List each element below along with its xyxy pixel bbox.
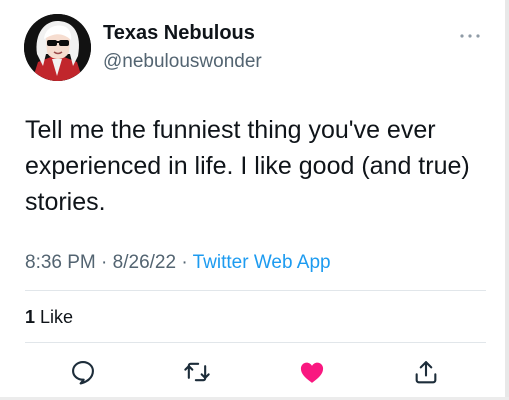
divider [25, 290, 486, 291]
more-options-button[interactable] [458, 28, 482, 38]
tweet-card: Texas Nebulous @nebulouswonder Tell me t… [0, 0, 505, 397]
like-label: Like [40, 307, 74, 327]
window-edge [505, 0, 509, 400]
retweet-button[interactable] [183, 358, 211, 386]
reply-button[interactable] [69, 358, 97, 386]
more-dots-icon [460, 34, 480, 38]
tweet-date[interactable]: 8/26/22 [113, 252, 176, 273]
author-display-name[interactable]: Texas Nebulous [103, 22, 255, 45]
retweet-icon [184, 362, 210, 382]
divider [25, 342, 486, 343]
like-button[interactable] [298, 358, 326, 386]
heart-icon [300, 362, 324, 383]
author-handle[interactable]: @nebulouswonder [103, 51, 262, 73]
tweet-source-link[interactable]: Twitter Web App [193, 252, 331, 273]
author-avatar[interactable] [24, 14, 91, 81]
likes-stat[interactable]: 1 Like [25, 307, 73, 328]
tweet-text: Tell me the funniest thing you've ever e… [25, 116, 470, 216]
avatar-illustration [24, 14, 91, 81]
comment-icon [72, 361, 94, 385]
share-icon [415, 361, 437, 384]
like-count: 1 [25, 307, 36, 327]
meta-separator: · [101, 252, 108, 273]
share-button[interactable] [412, 358, 440, 386]
tweet-metadata: 8:36 PM · 8/26/22 · Twitter Web App [25, 252, 331, 274]
tweet-time[interactable]: 8:36 PM [25, 252, 96, 273]
meta-separator: · [181, 252, 188, 273]
